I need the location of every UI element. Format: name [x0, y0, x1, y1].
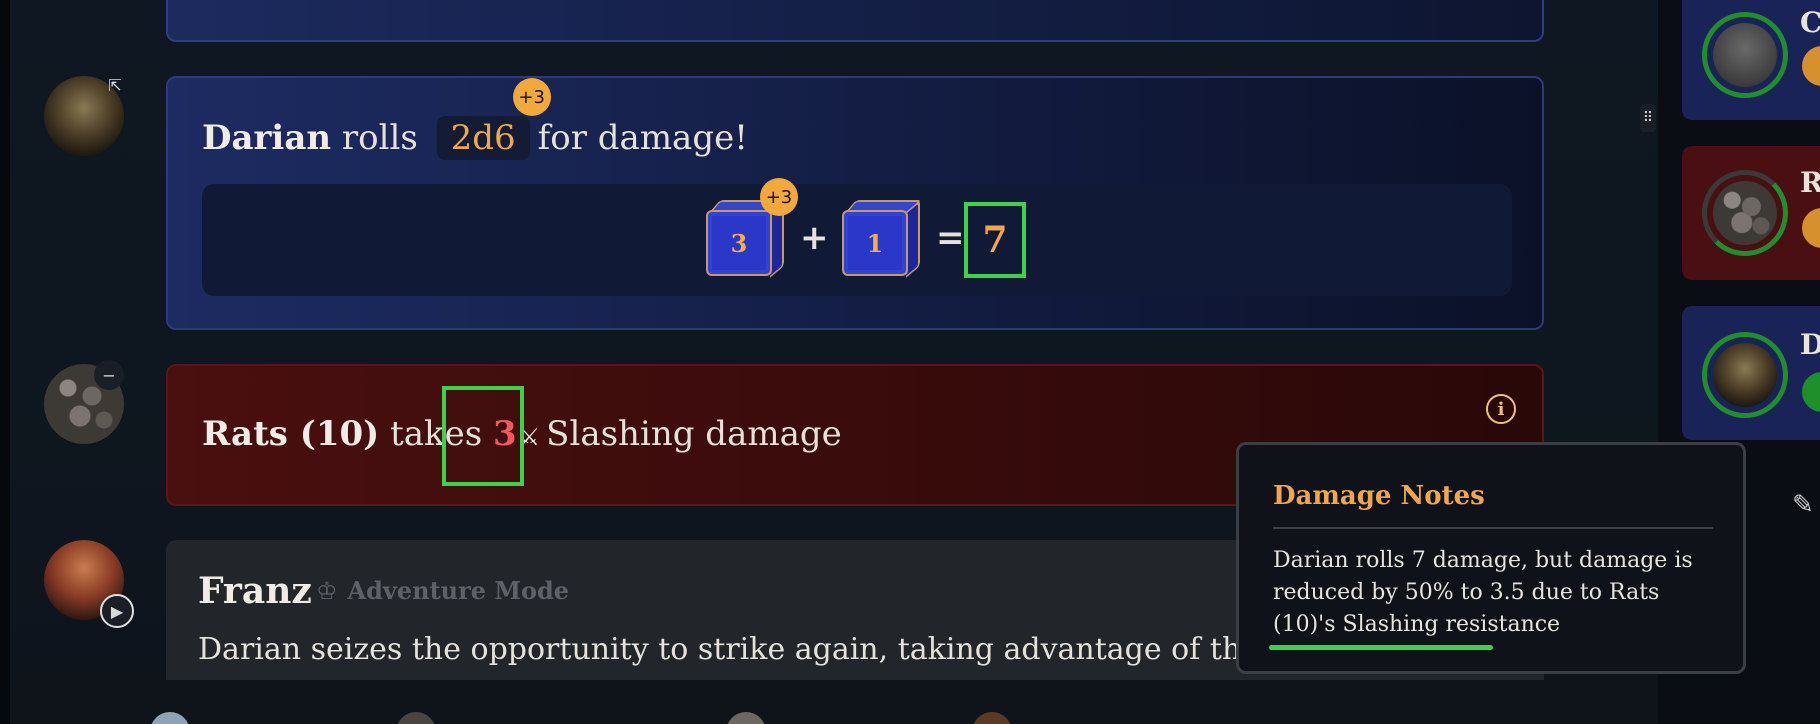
- damage-target: Rats (10): [202, 414, 380, 454]
- roll-verb: rolls: [341, 118, 418, 158]
- plus-operator: +: [800, 218, 829, 258]
- die-value: 3: [706, 210, 772, 276]
- equals-operator: =: [936, 218, 965, 258]
- dice-expression-label: 2d6: [450, 118, 516, 158]
- avatar: [1713, 23, 1777, 87]
- initiative-card[interactable]: C: [1682, 0, 1820, 120]
- initiative-card[interactable]: R: [1682, 146, 1820, 280]
- mode-label: Adventure Mode: [347, 576, 570, 605]
- roll-total: 7: [964, 202, 1026, 278]
- avatar: [1713, 343, 1777, 407]
- party-bar: [10, 680, 1658, 724]
- initiative-chip: [1802, 372, 1820, 412]
- damage-notes-tooltip: Damage Notes Darian rolls 7 damage, but …: [1236, 442, 1746, 674]
- tooltip-divider: [1273, 527, 1713, 529]
- initiative-card[interactable]: D: [1682, 306, 1820, 440]
- die-modifier-badge: +3: [760, 178, 798, 216]
- share-icon[interactable]: ⇱: [100, 70, 130, 100]
- roll-message-card: Darian rolls 2d6 +3 for damage! 3 +3 + 1…: [166, 76, 1544, 330]
- damage-highlight-box: [442, 386, 524, 486]
- health-ring: [1702, 12, 1788, 98]
- damage-type: Slashing damage: [546, 414, 842, 454]
- dice-expression[interactable]: 2d6 +3: [436, 78, 551, 160]
- info-icon[interactable]: i: [1486, 394, 1516, 424]
- initiative-name: R: [1800, 166, 1820, 199]
- crown-icon: ♔: [316, 576, 338, 605]
- health-ring: [1702, 170, 1788, 256]
- dice-modifier-badge: +3: [512, 78, 551, 116]
- initiative-name: D: [1800, 328, 1820, 361]
- resistance-underline: [1269, 645, 1493, 650]
- drag-handle-icon[interactable]: ⠿: [1640, 104, 1656, 132]
- initiative-name: C: [1800, 6, 1820, 39]
- roll-actor: Darian: [202, 118, 332, 158]
- tooltip-body: Darian rolls 7 damage, but damage is red…: [1273, 548, 1693, 637]
- roll-suffix: for damage!: [537, 118, 748, 158]
- initiative-chip: [1802, 46, 1820, 86]
- avatar: [1713, 181, 1777, 245]
- die-value: 1: [842, 210, 908, 276]
- minus-icon[interactable]: −: [94, 360, 124, 390]
- narrator-name: Franz: [198, 570, 312, 612]
- tooltip-title: Damage Notes: [1273, 481, 1485, 511]
- initiative-chip: [1802, 208, 1820, 248]
- play-icon[interactable]: ▶: [100, 594, 134, 628]
- pencil-icon[interactable]: ✎: [1792, 490, 1820, 520]
- previous-message-card: [166, 0, 1544, 42]
- mode-tag: ♔ Adventure Mode: [316, 576, 569, 605]
- left-rail: [0, 0, 10, 724]
- roll-text: Darian rolls 2d6 +3 for damage!: [202, 78, 748, 160]
- die-2: 1: [842, 200, 922, 278]
- health-ring: [1702, 332, 1788, 418]
- dice-tray: 3 +3 + 1 = 7: [202, 178, 1512, 296]
- narration-text: Darian seizes the opportunity to strike …: [198, 632, 1284, 667]
- die-side: [906, 200, 920, 278]
